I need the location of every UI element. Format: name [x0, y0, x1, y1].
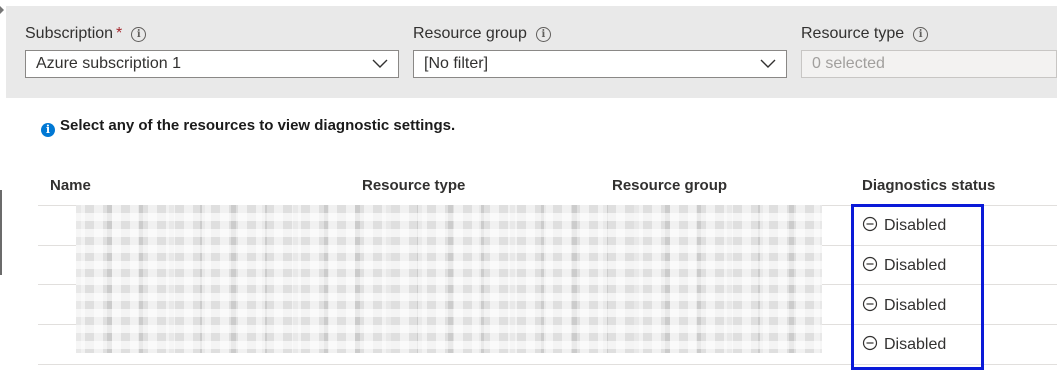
resource-group-dropdown[interactable]: [No filter] — [413, 50, 787, 78]
notice-text: Select any of the resources to view diag… — [60, 117, 456, 134]
resource-type-label: Resource type i — [801, 24, 929, 44]
resource-type-label-text: Resource type — [801, 25, 905, 42]
column-header-name[interactable]: Name — [50, 177, 91, 194]
info-icon[interactable]: i — [913, 27, 929, 42]
chevron-down-icon — [372, 59, 388, 68]
resource-group-value: [No filter] — [424, 55, 489, 72]
subscription-filter: Subscription * i Azure subscription 1 — [25, 24, 399, 78]
column-header-diagnostics-status[interactable]: Diagnostics status — [862, 177, 995, 194]
scroll-edge-line — [0, 190, 2, 275]
resource-type-filter: Resource type i 0 selected — [801, 24, 1057, 78]
resource-type-placeholder: 0 selected — [812, 55, 885, 72]
subscription-value: Azure subscription 1 — [36, 55, 181, 72]
resource-group-label-text: Resource group — [413, 25, 527, 42]
info-icon[interactable]: i — [535, 27, 551, 42]
info-icon: i — [41, 123, 55, 137]
required-mark: * — [116, 25, 123, 42]
scroll-edge-arrow-icon — [0, 6, 4, 14]
info-icon[interactable]: i — [131, 27, 147, 42]
redacted-resource-details — [76, 205, 822, 353]
column-header-resource-type[interactable]: Resource type — [362, 177, 465, 194]
status-highlight-box — [851, 204, 984, 370]
column-header-resource-group[interactable]: Resource group — [612, 177, 727, 194]
subscription-label-text: Subscription — [25, 25, 114, 42]
subscription-dropdown[interactable]: Azure subscription 1 — [25, 50, 399, 78]
resource-group-filter: Resource group i [No filter] — [413, 24, 787, 78]
resource-group-label: Resource group i — [413, 24, 551, 44]
resource-type-dropdown[interactable]: 0 selected — [801, 50, 1057, 78]
chevron-down-icon — [760, 59, 776, 68]
info-notice: i Select any of the resources to view dia… — [41, 117, 455, 137]
subscription-label: Subscription * i — [25, 24, 147, 44]
